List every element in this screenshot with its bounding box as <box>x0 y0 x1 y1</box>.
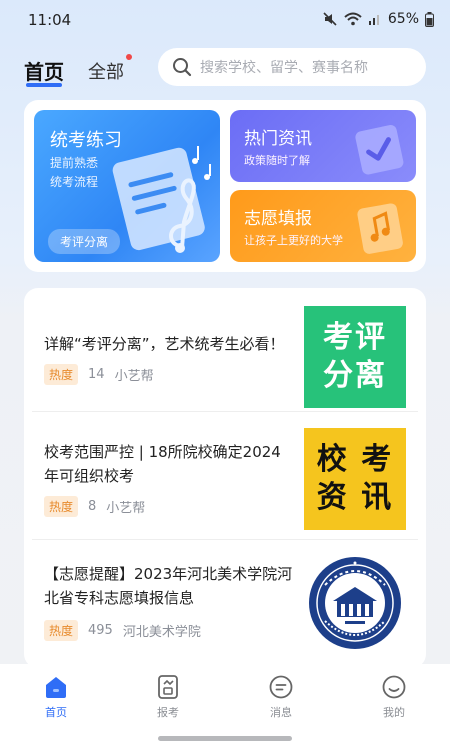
list-item[interactable]: 校考范围严控 | 18所院校确定2024年可组织校考 热度 8 小艺帮 校 考 … <box>24 412 426 540</box>
article-source: 小艺帮 <box>106 501 146 516</box>
tab-all[interactable]: 全部 <box>88 58 124 84</box>
checkmark-card-icon <box>355 124 404 175</box>
signal-icon <box>368 15 379 25</box>
article-title: 校考范围严控 | 18所院校确定2024年可组织校考 <box>44 443 281 485</box>
nav-apply-label: 报考 <box>157 706 179 719</box>
battery-icon <box>425 11 434 27</box>
nav-messages-label: 消息 <box>270 706 292 719</box>
home-indicator[interactable] <box>158 736 292 741</box>
status-time: 11:04 <box>28 11 72 29</box>
hot-news-title: 热门资讯 <box>244 129 312 149</box>
heat-count: 14 <box>88 367 105 382</box>
article-thumbnail: 考评 分离 <box>304 306 406 408</box>
heat-count: 8 <box>88 499 97 514</box>
exam-practice-sub1: 提前熟悉 <box>50 156 99 170</box>
exam-practice-title: 统考练习 <box>50 130 122 151</box>
nav-home-label: 首页 <box>45 706 67 719</box>
heat-badge: 热度 <box>44 620 79 641</box>
new-dot-badge <box>126 54 132 60</box>
list-item[interactable]: 【志愿提醒】2023年河北美术学院河北省专科志愿填报信息 热度 495 河北美术… <box>24 540 426 668</box>
battery-percent: 65% <box>387 11 419 27</box>
music-note-card-icon <box>357 203 403 254</box>
academy-logo <box>304 552 406 654</box>
article-source: 小艺帮 <box>114 369 154 384</box>
status-bar: 11:04 65% <box>0 0 450 40</box>
status-icons: 65% <box>322 11 434 27</box>
profile-icon <box>382 675 406 699</box>
nav-profile-label: 我的 <box>383 706 405 719</box>
nav-profile[interactable]: 我的 <box>359 674 429 720</box>
tab-home[interactable]: 首页 <box>24 56 64 85</box>
search-icon <box>173 58 192 77</box>
exam-practice-card[interactable]: 统考练习 提前熟悉 统考流程 考评分离 <box>34 110 220 262</box>
apply-icon <box>158 675 178 699</box>
search-bar[interactable]: 搜索学校、留学、赛事名称 <box>158 48 426 86</box>
article-title: 详解“考评分离”，艺术统考生必看！ <box>44 335 285 353</box>
nav-messages[interactable]: 消息 <box>246 674 316 720</box>
mute-icon <box>323 12 337 26</box>
hot-news-card[interactable]: 热门资讯 政策随时了解 <box>230 110 416 182</box>
academy-seal-icon <box>309 557 401 649</box>
heat-count: 495 <box>88 623 113 638</box>
article-meta: 热度 495 河北美术学院 <box>44 620 201 641</box>
exam-separation-button[interactable]: 考评分离 <box>48 229 121 254</box>
home-icon <box>46 677 66 698</box>
volunteer-title: 志愿填报 <box>244 209 312 229</box>
article-list: 详解“考评分离”，艺术统考生必看！ 热度 14 小艺帮 考评 分离 校考范围严控… <box>24 288 426 668</box>
volunteer-sub: 让孩子上更好的大学 <box>244 234 343 247</box>
article-meta: 热度 8 小艺帮 <box>44 496 145 517</box>
nav-apply[interactable]: 报考 <box>133 674 203 720</box>
search-placeholder: 搜索学校、留学、赛事名称 <box>200 60 368 76</box>
volunteer-card[interactable]: 志愿填报 让孩子上更好的大学 <box>230 190 416 262</box>
nav-home[interactable]: 首页 <box>21 674 91 720</box>
wifi-icon <box>344 12 362 26</box>
heat-badge: 热度 <box>44 496 79 517</box>
heat-badge: 热度 <box>44 364 79 385</box>
list-item[interactable]: 详解“考评分离”，艺术统考生必看！ 热度 14 小艺帮 考评 分离 <box>24 288 426 412</box>
article-thumbnail: 校 考 资 讯 <box>304 428 406 530</box>
article-meta: 热度 14 小艺帮 <box>44 364 154 385</box>
top-header: 首页 全部 搜索学校、留学、赛事名称 <box>0 48 450 88</box>
thumbnail-text: 考评 分离 <box>323 320 387 393</box>
message-icon <box>269 675 293 699</box>
feature-panel: 统考练习 提前熟悉 统考流程 考评分离 热门资讯 政策随时了解 志愿填报 让孩子… <box>24 100 426 272</box>
article-title: 【志愿提醒】2023年河北美术学院河北省专科志愿填报信息 <box>44 565 293 607</box>
thumbnail-text: 校 考 资 讯 <box>316 442 394 515</box>
active-tab-indicator <box>26 83 62 87</box>
exam-practice-sub2: 统考流程 <box>50 175 99 189</box>
article-source: 河北美术学院 <box>122 625 201 640</box>
hot-news-sub: 政策随时了解 <box>244 154 310 167</box>
